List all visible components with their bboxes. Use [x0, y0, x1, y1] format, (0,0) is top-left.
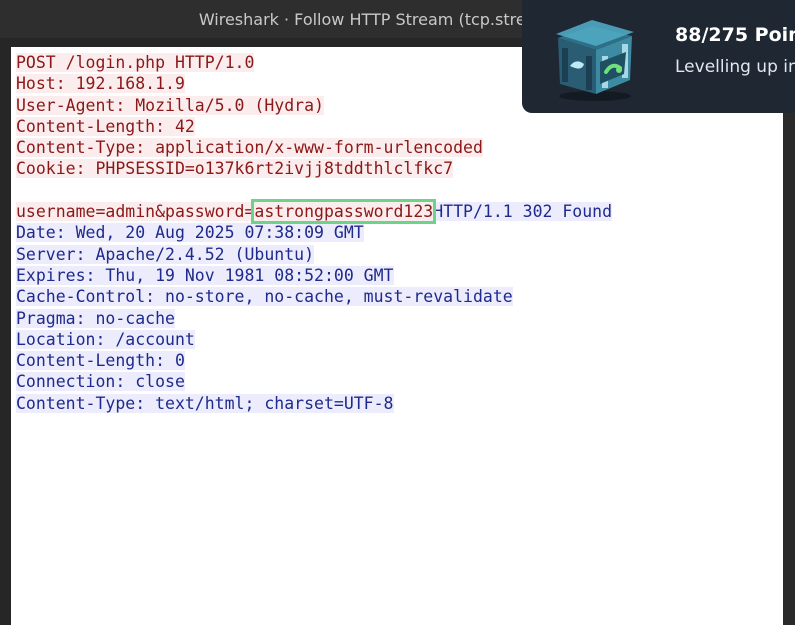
response-status: HTTP/1.1 302 Found [433, 202, 613, 222]
stream-text: POST /login.php HTTP/1.0 [16, 53, 255, 72]
response-header: Expires: Thu, 19 Nov 1981 08:52:00 GMT [16, 265, 612, 286]
request-body-line: username=admin&password=astrongpassword1… [16, 199, 613, 225]
response-header: Server: Apache/2.4.52 (Ubuntu) [16, 244, 612, 265]
stream-text: Date: Wed, 20 Aug 2025 07:38:09 GMT [16, 223, 364, 243]
stream-text: Expires: Thu, 19 Nov 1981 08:52:00 GMT [16, 265, 394, 285]
treasure-chest-icon [550, 8, 650, 104]
request-header: Cookie: PHPSESSID=o137k6rt2ivjj8tddthlcl… [16, 158, 612, 179]
window-edge [783, 38, 795, 625]
response-header: Cache-Control: no-store, no-cache, must-… [16, 286, 612, 307]
points-notification[interactable]: 88/275 Point Levelling up in [522, 0, 795, 113]
request-body-prefix: username=admin&password= [16, 202, 255, 222]
response-header: Connection: close [16, 371, 612, 392]
response-header: Content-Length: 0 [16, 350, 612, 371]
stream-text-view[interactable]: POST /login.php HTTP/1.0 Host: 192.168.1… [11, 47, 783, 625]
window-title: Wireshark · Follow HTTP Stream (tcp.stre… [198, 9, 577, 29]
stream-text: User-Agent: Mozilla/5.0 (Hydra) [16, 95, 324, 115]
stream-text: Server: Apache/2.4.52 (Ubuntu) [16, 244, 315, 264]
stream-text: Connection: close [16, 372, 185, 392]
stream-text: Content-Type: application/x-www-form-url… [16, 138, 483, 158]
notification-subtitle: Levelling up in [675, 57, 795, 77]
stream-text: Pragma: no-cache [16, 308, 175, 328]
response-header: Location: /account [16, 329, 612, 350]
notification-title: 88/275 Point [675, 24, 795, 46]
stream-text: Cache-Control: no-store, no-cache, must-… [16, 287, 513, 307]
stream-text: Host: 192.168.1.9 [16, 74, 185, 94]
stream-text: Location: /account [16, 329, 195, 349]
response-header: Pragma: no-cache [16, 308, 612, 329]
request-header: Content-Type: application/x-www-form-url… [16, 137, 612, 158]
response-header: Date: Wed, 20 Aug 2025 07:38:09 GMT [16, 222, 612, 243]
stream-text: Content-Type: text/html; charset=UTF-8 [16, 393, 394, 413]
request-header: Content-Length: 42 [16, 116, 612, 137]
password-highlight: astrongpassword123 [251, 199, 437, 225]
stream-text: Content-Length: 42 [16, 116, 195, 136]
stream-text: Cookie: PHPSESSID=o137k6rt2ivjj8tddthlcl… [16, 159, 454, 179]
stream-text: Content-Length: 0 [16, 351, 185, 371]
response-header: Content-Type: text/html; charset=UTF-8 [16, 393, 612, 414]
